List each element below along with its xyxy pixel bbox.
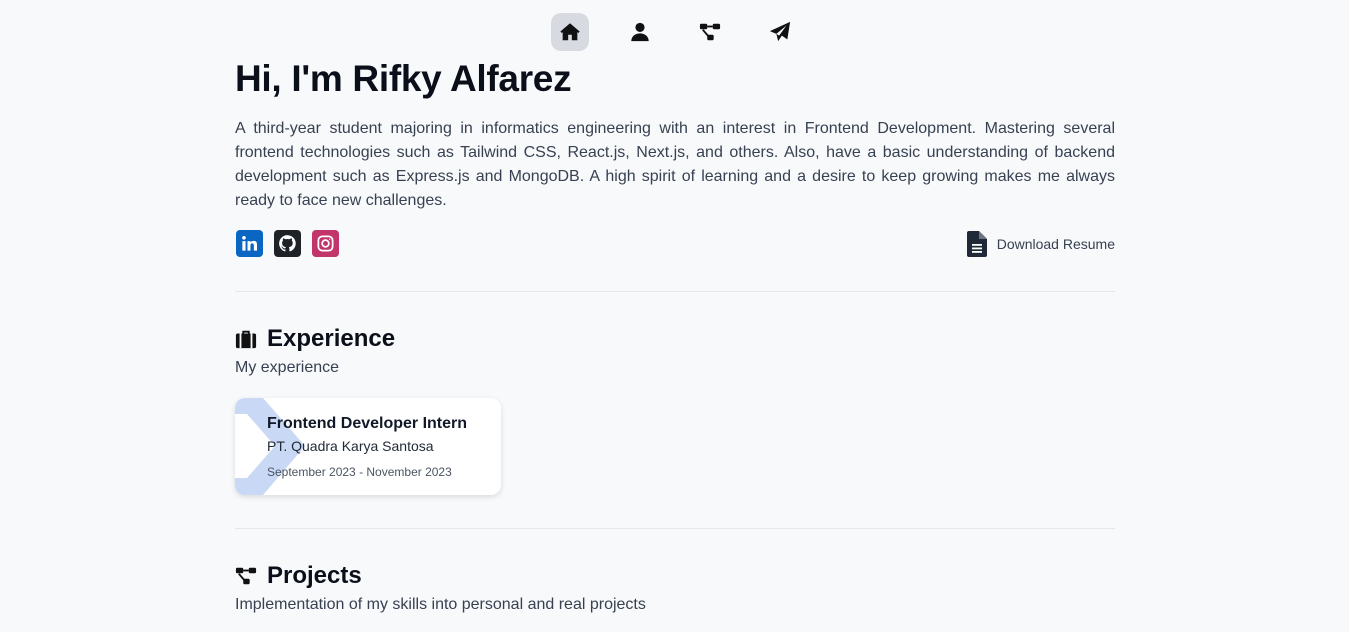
- projects-icon: [699, 23, 721, 41]
- send-icon: [769, 21, 791, 42]
- divider: [235, 291, 1115, 292]
- nav-about-button[interactable]: [621, 13, 659, 51]
- divider: [235, 528, 1115, 529]
- experience-company: PT. Quadra Karya Santosa: [267, 438, 434, 454]
- briefcase-icon: [235, 330, 257, 349]
- experience-card[interactable]: Frontend Developer Intern PT. Quadra Kar…: [235, 398, 501, 495]
- home-icon: [560, 23, 580, 41]
- projects-heading: Projects: [235, 562, 362, 590]
- projects-title: Projects: [267, 562, 362, 589]
- social-links: [236, 230, 339, 257]
- linkedin-icon: [242, 235, 258, 251]
- download-resume-button[interactable]: Download Resume: [966, 231, 1115, 257]
- instagram-link[interactable]: [312, 230, 339, 257]
- page-title: Hi, I'm Rifky Alfarez: [235, 58, 572, 99]
- experience-role: Frontend Developer Intern: [267, 415, 468, 432]
- linkedin-link[interactable]: [236, 230, 263, 257]
- experience-title: Experience: [267, 325, 396, 352]
- user-icon: [631, 22, 649, 42]
- experience-period: September 2023 - November 2023: [267, 465, 452, 479]
- top-nav: [551, 13, 799, 51]
- document-icon: [966, 231, 987, 257]
- nav-projects-button[interactable]: [691, 13, 729, 51]
- experience-heading: Experience: [235, 325, 395, 353]
- nav-home-button[interactable]: [551, 13, 589, 51]
- github-icon: [279, 235, 296, 252]
- projects-subtitle: Implementation of my skills into persona…: [235, 596, 646, 613]
- projects-icon: [235, 567, 257, 585]
- download-resume-label: Download Resume: [996, 236, 1115, 252]
- instagram-icon: [317, 235, 334, 252]
- nav-contact-button[interactable]: [761, 13, 799, 51]
- github-link[interactable]: [274, 230, 301, 257]
- experience-subtitle: My experience: [235, 359, 340, 376]
- hero-description: A third-year student majoring in informa…: [235, 120, 1115, 209]
